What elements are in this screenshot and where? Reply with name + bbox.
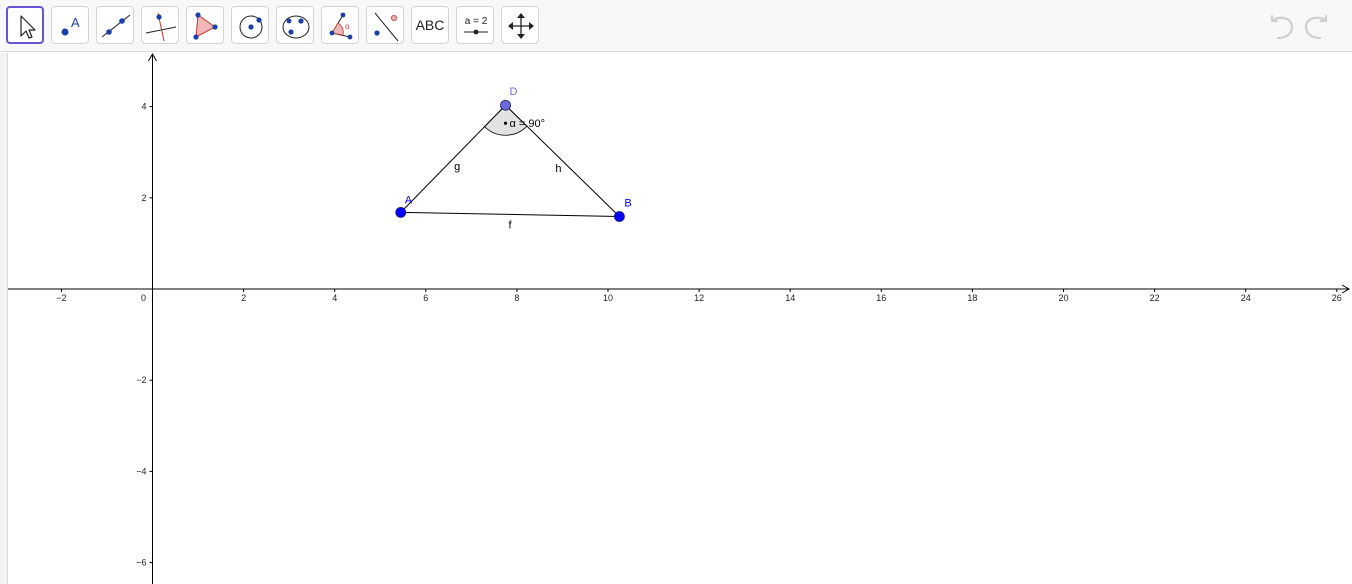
segment-f[interactable]	[400, 211, 620, 217]
point-B[interactable]	[613, 211, 625, 222]
x-tick-label: 14	[785, 293, 795, 303]
x-tick-label: 10	[603, 293, 613, 303]
x-tick-label: 20	[1058, 293, 1068, 303]
x-tick-label: 6	[423, 293, 428, 303]
y-tick-label: −6	[136, 558, 146, 568]
point-A[interactable]	[395, 206, 407, 218]
segment-label-f: f	[509, 219, 513, 231]
point-label-D: D	[510, 86, 518, 98]
x-tick-label: 24	[1241, 293, 1251, 303]
point-label-B: B	[624, 197, 631, 209]
x-tick-label: 26	[1332, 293, 1342, 303]
x-tick-label: 12	[694, 293, 704, 303]
x-tick-label: −2	[56, 293, 66, 303]
right-angle-dot	[503, 121, 508, 125]
x-tick-label: 2	[241, 293, 246, 303]
angle-label-alpha: α = 90°	[510, 118, 546, 130]
x-tick-label: 8	[514, 293, 519, 303]
x-tick-label: 0	[141, 293, 146, 303]
y-tick-label: 4	[141, 102, 146, 112]
x-tick-label: 18	[967, 293, 977, 303]
y-tick-label: 2	[141, 193, 146, 203]
segment-g[interactable]	[400, 104, 506, 213]
point-D[interactable]	[500, 99, 511, 111]
x-tick-label: 16	[876, 293, 886, 303]
point-label-A: A	[405, 194, 413, 206]
y-tick-label: −4	[136, 466, 146, 476]
segment-label-h: h	[555, 163, 561, 175]
segment-h[interactable]	[505, 104, 620, 217]
y-tick-label: −2	[136, 375, 146, 385]
x-tick-label: 4	[332, 293, 337, 303]
graphics-view[interactable]: −2 0 2 4 6 8 10 12 14 16 18 20 22 24 2642−2−4−6α = 90°…	[0, 0, 1352, 584]
x-tick-label: 22	[1150, 293, 1160, 303]
segment-label-g: g	[454, 161, 460, 173]
